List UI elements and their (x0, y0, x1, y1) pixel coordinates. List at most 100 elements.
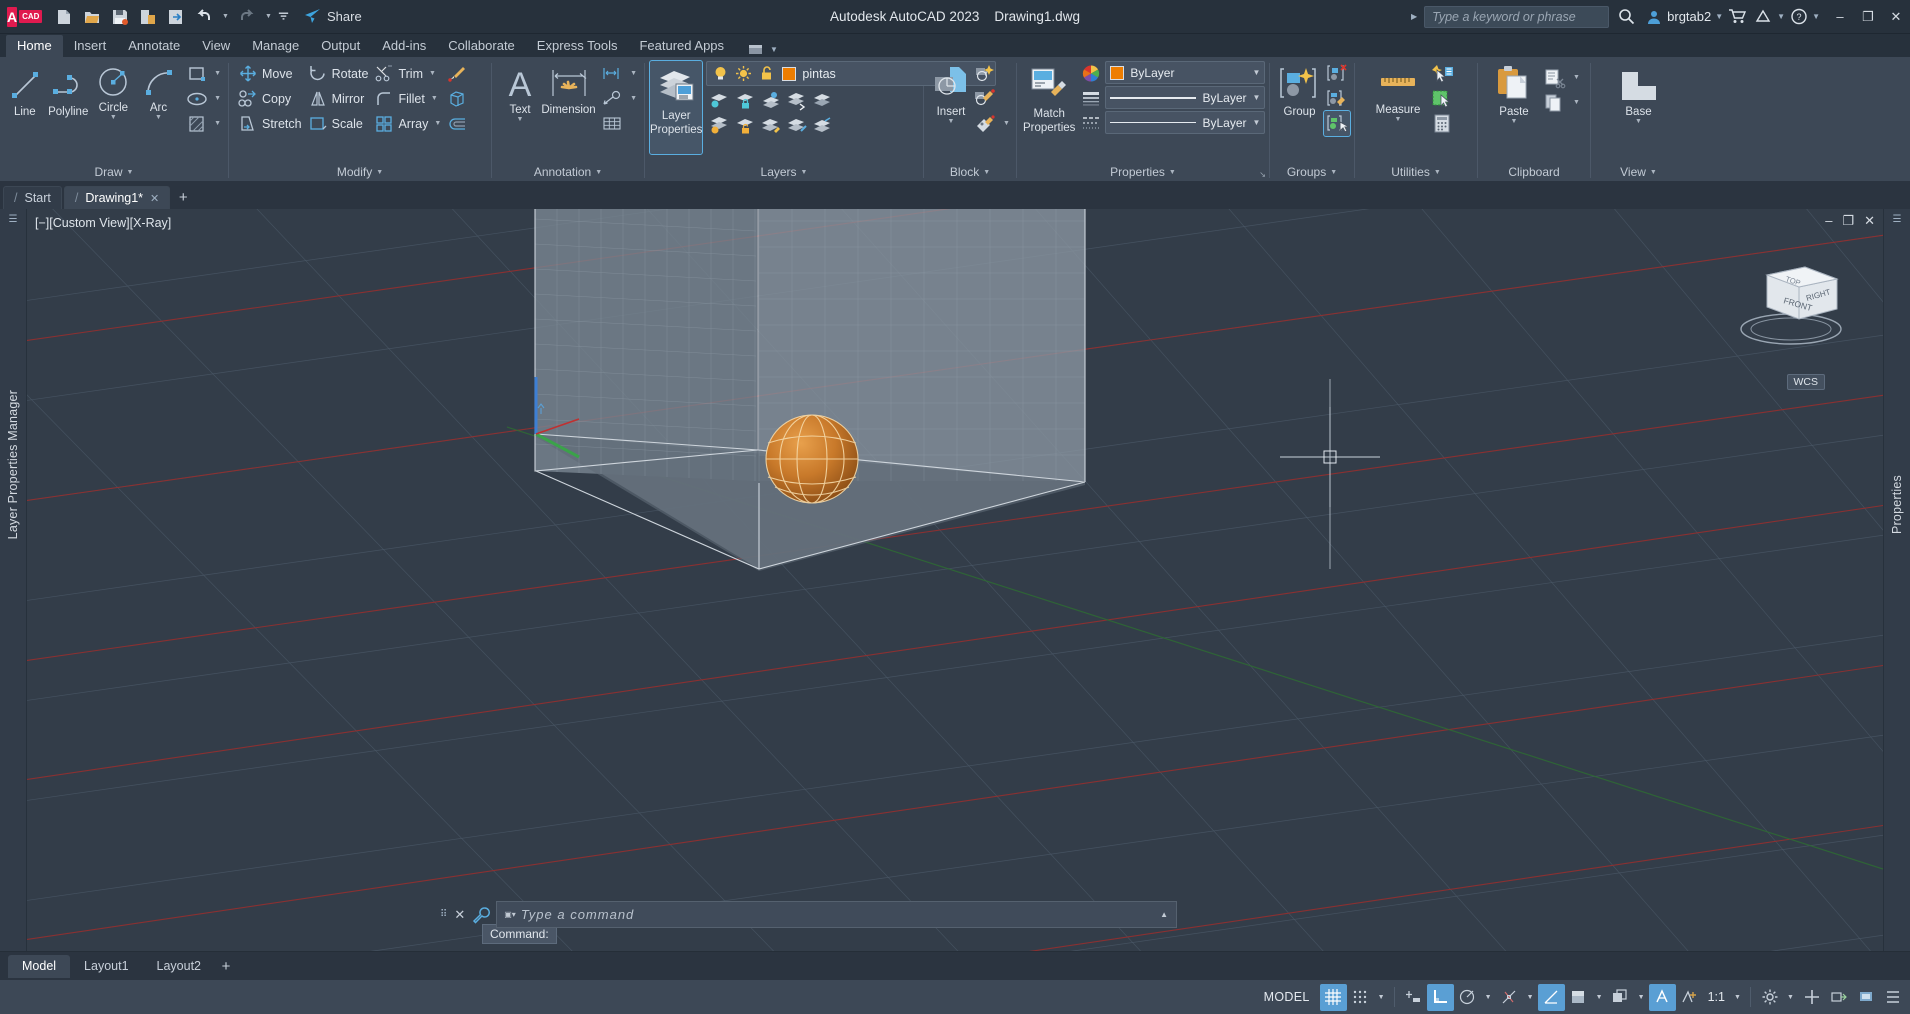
draw-ellipse-button[interactable]: ▼ (183, 86, 224, 111)
command-line-close-icon[interactable]: ✕ (449, 907, 470, 923)
measure-button[interactable]: Measure ▼ (1367, 61, 1429, 124)
tab-express-tools[interactable]: Express Tools (526, 35, 629, 57)
tab-annotate[interactable]: Annotate (117, 35, 191, 57)
panel-title-clipboard[interactable]: Clipboard (1478, 162, 1590, 181)
save-icon[interactable] (107, 4, 133, 30)
panel-title-draw[interactable]: Draw ▼ (0, 162, 228, 181)
group-selection-on-off-icon[interactable] (1323, 110, 1351, 137)
customization-gear-icon[interactable] (1756, 984, 1783, 1011)
unlock-icon[interactable] (755, 63, 777, 85)
customization-menu-icon[interactable] (1879, 984, 1906, 1011)
panel-title-groups[interactable]: Groups ▼ (1270, 162, 1354, 181)
snap-mode-dropdown-icon[interactable]: ▼ (1374, 984, 1389, 1011)
customize-icon[interactable] (277, 4, 290, 30)
layer-lock-icon[interactable] (732, 88, 758, 113)
layout-tab-layout2[interactable]: Layout2 (143, 955, 215, 978)
workspace-switching-dropdown-icon[interactable]: ▼ (1634, 984, 1649, 1011)
layer-merge-icon[interactable] (810, 113, 836, 138)
object-linetype-dropdown[interactable]: ByLayer ▼ (1105, 111, 1266, 134)
infer-constraints-toggle[interactable] (1400, 984, 1427, 1011)
help-icon[interactable]: ? (1785, 3, 1812, 30)
modify-array-button[interactable]: Array ▼ (371, 111, 444, 136)
tab-featured-apps[interactable]: Featured Apps (628, 35, 735, 57)
annotation-visibility-toggle[interactable] (1648, 983, 1676, 1011)
panel-grip-icon[interactable]: ☰ (9, 214, 18, 225)
modify-mirror-button[interactable]: Mirror (305, 86, 372, 111)
redo-icon[interactable] (234, 4, 260, 30)
annotation-scale-dropdown-icon[interactable]: ▼ (1730, 984, 1745, 1011)
user-account-button[interactable]: brgtab2 (1642, 7, 1715, 27)
object-lineweight-caret-icon[interactable]: ▼ (1253, 93, 1261, 102)
draw-rectangle-dropdown-icon[interactable]: ▼ (214, 70, 221, 77)
new-layout-button[interactable]: + (215, 955, 237, 977)
layout-tab-layout1[interactable]: Layout1 (70, 955, 142, 978)
autodesk-app-dropdown-icon[interactable]: ▼ (1777, 12, 1785, 21)
match-properties-button[interactable]: Match Properties (1023, 61, 1075, 134)
tab-output[interactable]: Output (310, 35, 371, 57)
command-line-grip-icon[interactable]: ⠿ (437, 909, 449, 920)
object-color-caret-icon[interactable]: ▼ (1253, 68, 1261, 77)
visual-style-dropdown-icon[interactable]: ▼ (1592, 984, 1607, 1011)
draw-hatch-button[interactable]: ▼ (183, 111, 224, 136)
object-lineweight-dropdown[interactable]: ByLayer ▼ (1105, 86, 1266, 109)
draw-arc-dropdown-icon[interactable]: ▼ (155, 114, 162, 122)
paste-button[interactable]: Paste ▼ (1488, 61, 1540, 126)
minimize-viewport-icon[interactable]: – (1825, 214, 1832, 227)
modify-extrude-button[interactable] (444, 86, 470, 111)
annotation-leader-button[interactable]: ▼ (597, 86, 640, 111)
modify-erase-button[interactable] (444, 61, 470, 86)
viewport-label[interactable]: [−][Custom View][X-Ray] (35, 216, 171, 230)
command-history-icon[interactable]: ▣▾ (501, 910, 521, 919)
annotation-scale-label[interactable]: 1:1 (1703, 990, 1730, 1004)
layer-properties-manager-panel[interactable]: ☰ Layer Properties Manager (0, 209, 27, 951)
draw-circle-dropdown-icon[interactable]: ▼ (110, 114, 117, 122)
panel-title-annotation[interactable]: Annotation ▼ (492, 162, 644, 181)
panel-title-block[interactable]: Block ▼ (924, 162, 1016, 181)
ortho-mode-toggle[interactable] (1426, 983, 1454, 1011)
annotation-dimension-button[interactable]: Dimension (540, 61, 597, 116)
open-file-icon[interactable] (79, 4, 105, 30)
modify-scale-button[interactable]: Scale (305, 111, 372, 136)
annotation-table-button[interactable] (597, 111, 640, 136)
modify-array-dropdown-icon[interactable]: ▼ (434, 120, 441, 127)
object-linetype-caret-icon[interactable]: ▼ (1253, 118, 1261, 127)
modify-fillet-dropdown-icon[interactable]: ▼ (431, 95, 438, 102)
doc-tab-close-icon[interactable]: ✕ (150, 192, 159, 205)
ungroup-icon[interactable] (1324, 61, 1350, 86)
save-as-icon[interactable] (135, 4, 161, 30)
snap-mode-toggle[interactable] (1347, 984, 1374, 1011)
object-snap-dropdown-icon[interactable]: ▼ (1523, 984, 1538, 1011)
annotation-linear-dropdown-icon[interactable]: ▼ (630, 70, 637, 77)
annotation-linear-dimension-button[interactable]: ▼ (597, 61, 640, 86)
command-input[interactable] (520, 907, 1157, 922)
modify-rotate-button[interactable]: Rotate (305, 61, 372, 86)
block-insert-dropdown-icon[interactable]: ▼ (948, 118, 955, 126)
layer-isolate-icon[interactable] (784, 88, 810, 113)
search-expand-icon[interactable]: ▶ (1408, 12, 1420, 21)
tab-home[interactable]: Home (6, 35, 63, 57)
tab-collaborate[interactable]: Collaborate (437, 35, 526, 57)
modify-stretch-button[interactable]: Stretch (235, 111, 305, 136)
search-icon[interactable] (1613, 3, 1640, 30)
object-snap-toggle[interactable] (1496, 984, 1523, 1011)
layer-unlock-icon[interactable] (732, 113, 758, 138)
hardware-acceleration-toggle[interactable] (1852, 984, 1879, 1011)
measure-dropdown-icon[interactable]: ▼ (1395, 116, 1402, 124)
layout-tab-model[interactable]: Model (8, 954, 71, 978)
draw-polyline-button[interactable]: Polyline (46, 61, 91, 118)
modify-copy-button[interactable]: Copy (235, 86, 305, 111)
workspace-switching-toggle[interactable] (1607, 984, 1634, 1011)
edit-attribute-dropdown-icon[interactable]: ▼ (1003, 120, 1010, 127)
cut-button[interactable]: ▼ (1540, 65, 1583, 90)
layer-freeze-icon[interactable] (706, 113, 732, 138)
polar-tracking-toggle[interactable] (1454, 984, 1481, 1011)
new-file-icon[interactable] (51, 4, 77, 30)
polar-tracking-dropdown-icon[interactable]: ▼ (1481, 984, 1496, 1011)
lightbulb-on-icon[interactable] (709, 63, 731, 85)
redo-dropdown-icon[interactable]: ▼ (262, 4, 275, 30)
sun-icon[interactable] (732, 63, 754, 85)
edit-block-icon[interactable] (972, 86, 998, 111)
linetype-icon[interactable] (1078, 111, 1104, 136)
restore-viewport-icon[interactable]: ❐ (1842, 214, 1854, 227)
user-dropdown-icon[interactable]: ▼ (1715, 12, 1723, 21)
